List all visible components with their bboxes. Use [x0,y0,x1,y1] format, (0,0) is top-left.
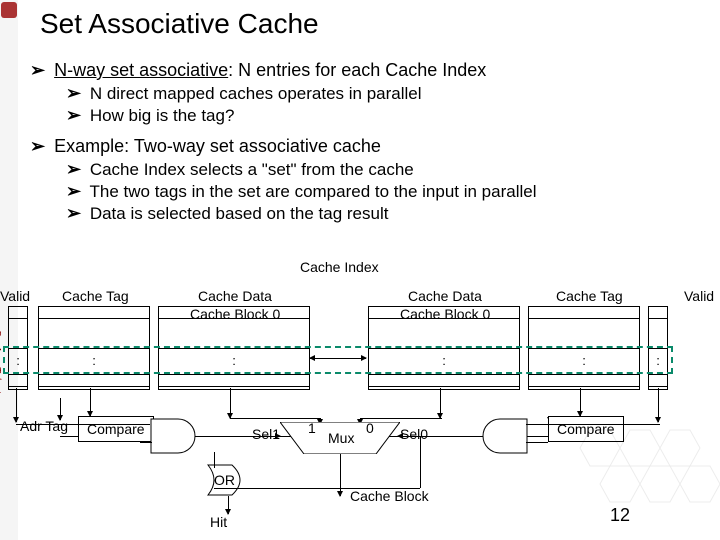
mux-label: Mux [328,430,354,446]
bullet-arrow-icon: ➢ [66,159,81,179]
valid-left-to-and [16,424,150,425]
hit-wire [228,496,229,514]
tag-col-right: : [528,306,640,390]
bullet-list: ➢ N-way set associative: N entries for e… [30,60,710,225]
or-label: OR [214,472,235,488]
bullet-arrow-icon: ➢ [66,181,81,201]
cache-block-wire [340,454,341,496]
tag-col-left: : [38,306,150,390]
slide-title: Set Associative Cache [40,8,319,40]
bullet-nway: ➢ N-way set associative: N entries for e… [30,60,710,81]
bullet-arrow-icon: ➢ [66,105,81,125]
hdr-valid-right: Valid [684,288,714,304]
valid-col-left: : [8,306,28,390]
cache-index-label: Cache Index [300,259,379,275]
mux-in-0: 0 [366,420,374,436]
data-right-drop [440,388,441,418]
index-arrow-left [310,358,340,359]
and-gate-left-icon [150,418,200,454]
compare-right: Compare [548,416,624,442]
vdots: : [649,353,667,368]
cache-block-label: Cache Block [350,488,429,504]
bullet-text: Cache Index selects a "set" from the cac… [90,160,414,179]
bullet-arrow-icon: ➢ [66,83,81,103]
logo-icon [1,2,17,18]
bullet-text: Data is selected based on the tag result [90,204,389,223]
valid-left-wire [16,388,17,422]
adr-tag-wire-down [60,398,61,420]
data-right-to-mux [360,418,442,419]
hdr-tag-left: Cache Tag [62,288,129,304]
valid-right-wire [658,388,659,422]
bullet-text: Example: Two-way set associative cache [54,136,381,156]
bullet-example: ➢ Example: Two-way set associative cache [30,136,710,157]
bullet-example-sub3: ➢ Data is selected based on the tag resu… [66,203,710,224]
vdots: : [369,353,519,368]
and-gate-right-icon [478,418,528,454]
cmp-right-to-and [526,442,548,443]
data-col-right: : [368,306,520,390]
bullet-arrow-icon: ➢ [30,60,45,80]
cmp-left-to-and [140,442,152,443]
data-left-drop [230,388,231,418]
hdr-data-left: Cache Data [198,288,272,304]
bullet-text: The two tags in the set are compared to … [90,182,537,201]
cache-diagram: Valid Cache Tag Cache Data Cache Data Ca… [0,288,720,528]
bullet-nway-rest: : N entries for each Cache Index [228,60,486,80]
sel1-label: Sel1 [252,426,280,442]
mux: Mux 1 0 [280,422,400,454]
bullet-text: How big is the tag? [90,106,235,125]
bullet-arrow-icon: ➢ [30,136,45,156]
vdots: : [39,353,149,368]
bullet-text: N direct mapped caches operates in paral… [90,84,422,103]
compare-left: Compare [78,416,154,442]
sel0-to-or-v [420,436,421,488]
bullet-example-sub1: ➢ Cache Index selects a "set" from the c… [66,159,710,180]
valid-col-right: : [648,306,668,390]
vdots: : [159,353,309,368]
mux-in-1: 1 [308,420,316,436]
bullet-nway-sub2: ➢ How big is the tag? [66,105,710,126]
vdots: : [529,353,639,368]
bullet-example-sub2: ➢ The two tags in the set are compared t… [66,181,710,202]
index-arrow-right [340,358,366,359]
tag-right-wire [580,388,581,416]
page-number: 12 [610,505,630,526]
hit-label: Hit [210,514,227,530]
hdr-valid-left: Valid [0,288,30,304]
hdr-data-right: Cache Data [408,288,482,304]
bullet-nway-sub1: ➢ N direct mapped caches operates in par… [66,83,710,104]
sel0-label: Sel0 [400,426,428,442]
sel1-to-or [214,452,215,468]
data-col-left: : [158,306,310,390]
bullet-nway-strong: N-way set associative [54,60,228,80]
data-left-to-mux [230,418,320,419]
bullet-arrow-icon: ➢ [66,203,81,223]
valid-right-to-and [526,424,660,425]
hdr-tag-right: Cache Tag [556,288,623,304]
tag-left-wire [90,388,91,416]
vdots: : [9,353,27,368]
